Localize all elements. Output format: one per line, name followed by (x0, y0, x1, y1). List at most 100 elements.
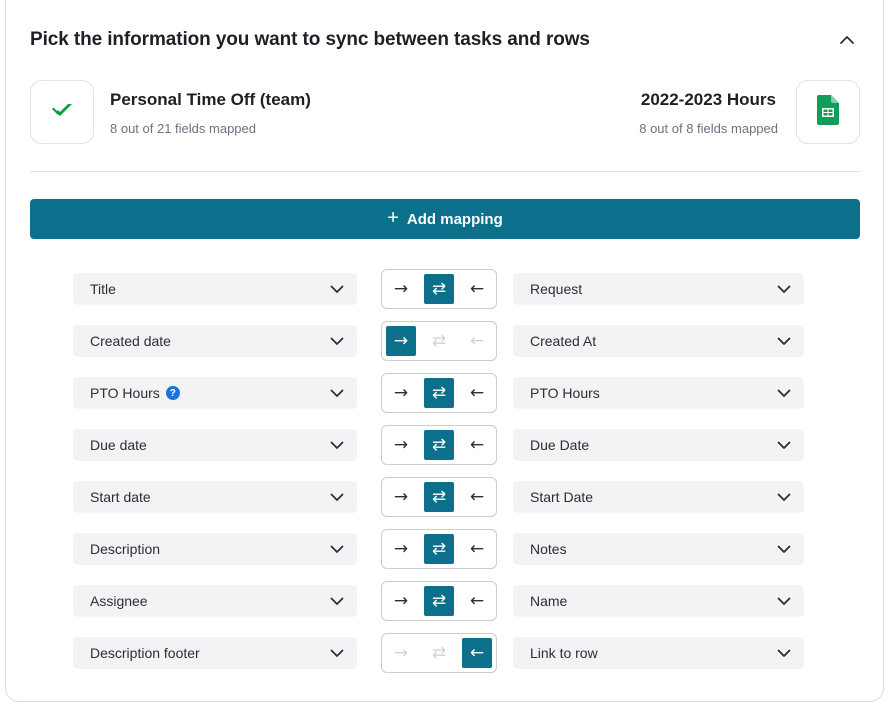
row-field-dropdown[interactable]: Due Date (513, 429, 804, 461)
chevron-down-icon (329, 541, 345, 557)
row-field-label: Start Date (530, 489, 594, 505)
sync-to-right-button[interactable]: → (386, 638, 416, 668)
google-sheets-app-logo (796, 80, 860, 144)
task-field-dropdown[interactable]: Assignee (73, 585, 357, 617)
sync-to-right-button[interactable]: → (386, 378, 416, 408)
sync-to-left-button[interactable]: ← (462, 586, 492, 616)
chevron-down-icon (329, 281, 345, 297)
task-field-label: Description footer (90, 645, 200, 661)
task-field-label: PTO Hours (90, 385, 160, 401)
mapping-row: Created date → ⇄ ← Created At (73, 321, 813, 373)
mapping-row: PTO Hours ? → ⇄ ← PTO Hours (73, 373, 813, 425)
sync-both-ways-button[interactable]: ⇄ (424, 326, 454, 356)
sync-to-left-button[interactable]: ← (462, 482, 492, 512)
row-field-dropdown[interactable]: Name (513, 585, 804, 617)
sync-both-ways-button[interactable]: ⇄ (424, 430, 454, 460)
row-field-dropdown[interactable]: Created At (513, 325, 804, 357)
sync-direction-toggle: → ⇄ ← (381, 633, 497, 673)
chevron-down-icon (329, 333, 345, 349)
sync-both-ways-button[interactable]: ⇄ (424, 274, 454, 304)
task-field-label: Created date (90, 333, 171, 349)
sync-direction-toggle: → ⇄ ← (381, 529, 497, 569)
mapping-row: Description → ⇄ ← Notes (73, 529, 813, 581)
chevron-up-icon[interactable] (837, 30, 857, 50)
task-field-label: Assignee (90, 593, 148, 609)
row-field-dropdown[interactable]: Link to row (513, 637, 804, 669)
task-field-dropdown[interactable]: Start date (73, 481, 357, 513)
task-field-label: Due date (90, 437, 147, 453)
row-field-label: Due Date (530, 437, 590, 453)
task-field-dropdown[interactable]: Title (73, 273, 357, 305)
chevron-down-icon (329, 593, 345, 609)
row-field-label: PTO Hours (530, 385, 600, 401)
sync-to-left-button[interactable]: ← (462, 326, 492, 356)
chevron-down-icon (776, 541, 792, 557)
mapping-row: Start date → ⇄ ← Start Date (73, 477, 813, 529)
sync-to-right-button[interactable]: → (386, 482, 416, 512)
sync-to-right-button[interactable]: → (386, 534, 416, 564)
row-field-label: Created At (530, 333, 597, 349)
mapping-row: Due date → ⇄ ← Due Date (73, 425, 813, 477)
mapping-row: Description footer → ⇄ ← Link to row (73, 633, 813, 685)
chevron-down-icon (329, 645, 345, 661)
add-mapping-button[interactable]: + Add mapping (30, 199, 860, 239)
sync-direction-toggle: → ⇄ ← (381, 477, 497, 517)
sync-to-left-button[interactable]: ← (462, 274, 492, 304)
plus-icon: + (387, 207, 399, 229)
right-app-name: 2022-2023 Hours (640, 90, 776, 109)
task-field-dropdown[interactable]: Description (73, 533, 357, 565)
divider (30, 171, 860, 172)
sync-both-ways-button[interactable]: ⇄ (424, 586, 454, 616)
row-field-label: Request (530, 281, 583, 297)
sync-to-right-button[interactable]: → (386, 274, 416, 304)
sync-direction-toggle: → ⇄ ← (381, 581, 497, 621)
row-field-dropdown[interactable]: PTO Hours (513, 377, 804, 409)
mapping-list: Title → ⇄ ← Request Created date → ⇄ ← C… (73, 269, 813, 685)
row-field-dropdown[interactable]: Notes (513, 533, 804, 565)
task-field-label: Title (90, 281, 116, 297)
left-app-name: Personal Time Off (team) (110, 90, 311, 109)
sync-to-left-button[interactable]: ← (462, 638, 492, 668)
sync-direction-toggle: → ⇄ ← (381, 373, 497, 413)
chevron-down-icon (776, 281, 792, 297)
sync-to-right-button[interactable]: → (386, 586, 416, 616)
task-field-dropdown[interactable]: PTO Hours ? (73, 377, 357, 409)
row-field-dropdown[interactable]: Start Date (513, 481, 804, 513)
chevron-down-icon (776, 489, 792, 505)
sync-to-right-button[interactable]: → (386, 430, 416, 460)
task-field-dropdown[interactable]: Created date (73, 325, 357, 357)
sync-both-ways-button[interactable]: ⇄ (424, 638, 454, 668)
sync-to-left-button[interactable]: ← (462, 430, 492, 460)
help-icon[interactable]: ? (165, 386, 180, 400)
section-title: Pick the information you want to sync be… (30, 29, 590, 50)
chevron-down-icon (776, 437, 792, 453)
left-app-mapped-count: 8 out of 21 fields mapped (110, 121, 256, 136)
row-field-label: Link to row (530, 645, 598, 661)
sync-both-ways-button[interactable]: ⇄ (424, 534, 454, 564)
sync-to-left-button[interactable]: ← (462, 378, 492, 408)
mapping-row: Assignee → ⇄ ← Name (73, 581, 813, 633)
wrike-check-icon (49, 100, 75, 125)
chevron-down-icon (329, 489, 345, 505)
task-field-dropdown[interactable]: Description footer (73, 637, 357, 669)
chevron-down-icon (329, 385, 345, 401)
sync-direction-toggle: → ⇄ ← (381, 269, 497, 309)
task-field-dropdown[interactable]: Due date (73, 429, 357, 461)
sync-direction-toggle: → ⇄ ← (381, 321, 497, 361)
sync-direction-toggle: → ⇄ ← (381, 425, 497, 465)
mapping-row: Title → ⇄ ← Request (73, 269, 813, 321)
sync-both-ways-button[interactable]: ⇄ (424, 482, 454, 512)
row-field-label: Notes (530, 541, 567, 557)
task-field-label: Start date (90, 489, 151, 505)
sync-to-right-button[interactable]: → (386, 326, 416, 356)
row-field-label: Name (530, 593, 568, 609)
right-app-mapped-count: 8 out of 8 fields mapped (639, 121, 778, 136)
row-field-dropdown[interactable]: Request (513, 273, 804, 305)
task-field-label: Description (90, 541, 161, 557)
chevron-down-icon (776, 333, 792, 349)
wrike-app-logo (30, 80, 94, 144)
google-sheets-icon (817, 94, 839, 130)
add-mapping-label: Add mapping (406, 210, 503, 228)
sync-to-left-button[interactable]: ← (462, 534, 492, 564)
sync-both-ways-button[interactable]: ⇄ (424, 378, 454, 408)
